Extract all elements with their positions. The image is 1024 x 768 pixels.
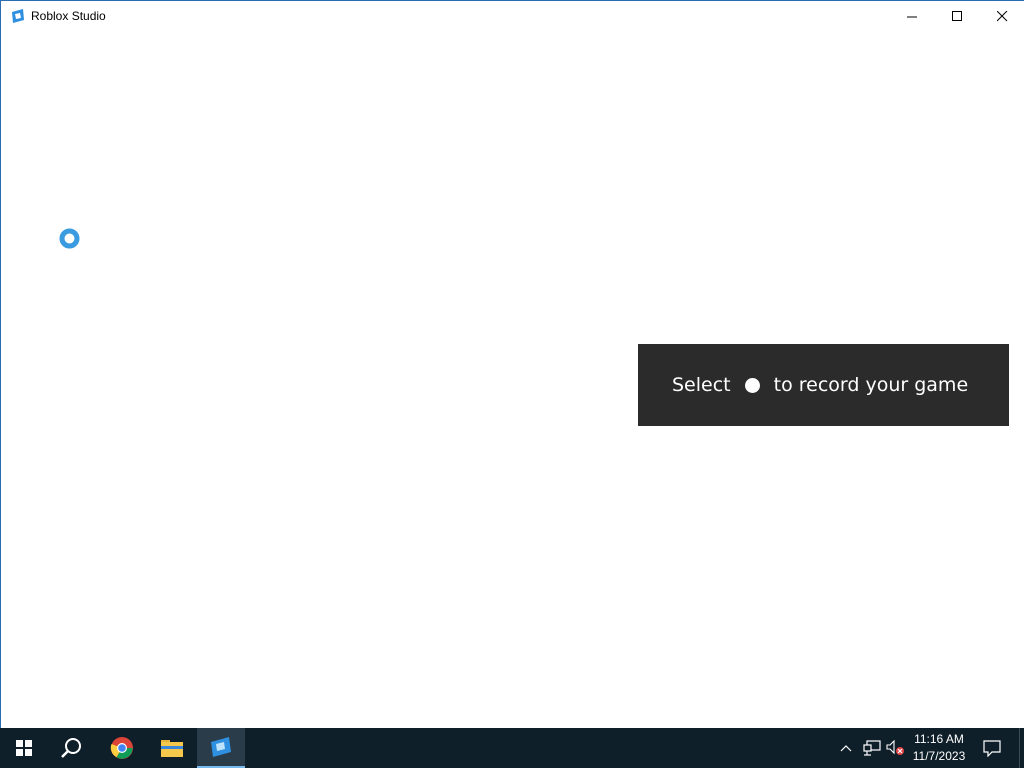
window-title: Roblox Studio [31,9,106,23]
start-button[interactable] [0,728,48,768]
search-icon [61,738,81,758]
loading-spinner-icon [59,228,80,249]
record-dot-icon [744,377,760,393]
start-icon [16,740,32,756]
minimize-icon [906,16,917,17]
show-desktop-button[interactable] [1019,728,1024,768]
volume-button[interactable] [886,738,906,758]
notification-icon [983,739,1001,757]
file-explorer-icon [161,740,183,757]
roblox-studio-icon [11,9,25,23]
chevron-up-icon [840,745,852,752]
action-center-button[interactable] [975,728,1009,768]
search-button[interactable] [48,728,96,768]
clock-date: 11/7/2023 [912,749,966,763]
clock-time: 11:16 AM [914,732,964,746]
network-button[interactable] [862,738,882,758]
volume-muted-icon [886,740,904,755]
taskbar-chrome[interactable] [98,728,146,768]
roblox-studio-icon [211,737,231,757]
toast-text-after: to record your game [773,374,969,396]
roblox-studio-window: Roblox Studio Select to record your game [0,0,1024,728]
taskbar-clock[interactable]: 11:16 AM 11/7/2023 [905,731,973,765]
maximize-icon [951,10,962,21]
taskbar: 11:16 AM 11/7/2023 [0,728,1024,768]
close-icon [996,10,1007,21]
close-button[interactable] [979,1,1024,31]
show-hidden-icons-button[interactable] [838,738,854,758]
title-bar[interactable]: Roblox Studio [1,1,1024,31]
taskbar-roblox-studio[interactable] [197,728,245,768]
record-toast: Select to record your game [638,344,1009,426]
network-icon [863,740,881,756]
maximize-button[interactable] [934,1,980,31]
taskbar-file-explorer[interactable] [148,728,196,768]
minimize-button[interactable] [889,1,935,31]
toast-text-before: Select [672,374,731,396]
chrome-icon [110,737,133,759]
